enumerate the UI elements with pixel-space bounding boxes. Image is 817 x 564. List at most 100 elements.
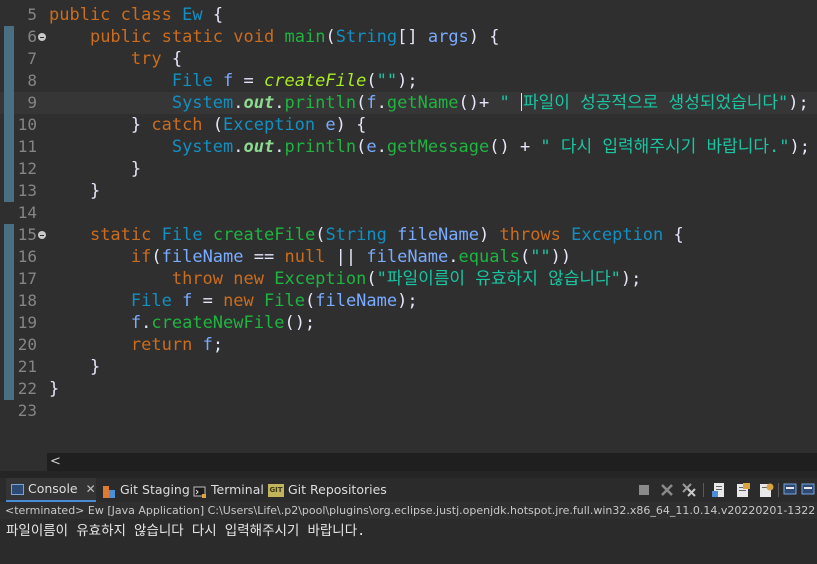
scroll-lock-icon[interactable]	[711, 482, 727, 498]
code-token: f	[223, 71, 234, 91]
code-token: (	[366, 269, 377, 289]
code-token: new	[223, 291, 254, 311]
code-line[interactable]: 11 System.out.println(e.getMessage() + "…	[0, 136, 817, 158]
code-text: if(fileName == null || fileName.equals("…	[49, 246, 571, 268]
code-token: );	[620, 269, 642, 289]
console-icon	[11, 483, 24, 495]
code-text: public class Ew {	[49, 4, 223, 26]
code-text: }	[49, 356, 100, 378]
code-token: }	[49, 357, 101, 377]
panel-separator[interactable]	[0, 471, 817, 478]
code-token: 파일이 성공적으로 생성되었습니다"	[522, 93, 789, 113]
code-token: void	[233, 27, 275, 47]
code-token: f	[182, 291, 193, 311]
remove-launch-icon[interactable]	[659, 482, 675, 498]
code-token: Exception	[571, 225, 664, 245]
code-line[interactable]: 10 } catch (Exception e) {	[0, 114, 817, 136]
code-token: if	[130, 247, 152, 267]
code-line[interactable]: 13 }	[0, 180, 817, 202]
tab-git-staging[interactable]: Git Staging	[102, 478, 190, 502]
code-token: .	[448, 247, 459, 267]
code-token: .	[274, 137, 285, 157]
code-token: .	[141, 313, 152, 333]
code-token: =	[192, 291, 224, 311]
code-token: Exception	[274, 269, 367, 289]
display-selected-console-icon[interactable]	[783, 482, 799, 498]
code-line[interactable]: 21 }	[0, 356, 817, 378]
fold-collapse-icon[interactable]	[38, 231, 46, 239]
tab-git-repositories[interactable]: GIT Git Repositories	[268, 478, 387, 502]
code-token: ""	[530, 247, 551, 267]
code-line[interactable]: 14	[0, 202, 817, 224]
code-token: ) {	[468, 27, 500, 47]
code-token: null	[284, 247, 326, 267]
code-line[interactable]: 7 try {	[0, 48, 817, 70]
code-line[interactable]: 18 File f = new File(fileName);	[0, 290, 817, 312]
code-token: (	[304, 291, 316, 311]
tab-terminal[interactable]: Terminal	[193, 478, 264, 502]
code-token: }	[49, 379, 60, 399]
console-output[interactable]: 파일이름이 유효하지 않습니다 다시 입력해주시기 바랍니다.	[0, 519, 817, 564]
code-token: File	[161, 225, 203, 245]
code-token: ))	[550, 247, 572, 267]
code-line[interactable]: 20 return f;	[0, 334, 817, 356]
git-staging-icon	[102, 483, 116, 498]
code-token: main	[284, 27, 326, 47]
code-line[interactable]: 15 static File createFile(String fileNam…	[0, 224, 817, 246]
console-output-text[interactable]: 파일이름이 유효하지 않습니다 다시 입력해주시기 바랍니다.	[6, 520, 365, 542]
scroll-left-icon[interactable]: <	[50, 453, 61, 471]
code-text: } catch (Exception e) {	[49, 114, 367, 136]
code-line[interactable]: 22}	[0, 378, 817, 400]
code-token: e	[366, 137, 377, 157]
code-line[interactable]: 9 System.out.println(f.getName()+ " 파일이 …	[0, 92, 817, 114]
horizontal-scrollbar[interactable]: <	[47, 453, 817, 471]
line-number: 14	[17, 203, 37, 222]
code-token: return	[130, 335, 193, 355]
code-text: public static void main(String[] args) {	[49, 26, 500, 48]
code-token: .	[233, 93, 244, 113]
pin-console-icon[interactable]	[758, 482, 774, 498]
clear-console-icon[interactable]	[735, 482, 751, 498]
code-token: System	[171, 137, 234, 157]
code-line[interactable]: 5 public class Ew {	[0, 4, 817, 26]
code-token: []	[397, 27, 428, 47]
toolbar-separator	[778, 483, 779, 497]
code-text: static File createFile(String fileName) …	[49, 224, 684, 246]
code-line[interactable]: 23	[0, 400, 817, 422]
code-token: {	[663, 225, 684, 245]
tab-console[interactable]: Console ✕	[6, 478, 96, 502]
code-line[interactable]: 19 f.createNewFile();	[0, 312, 817, 334]
code-line[interactable]: 6 public static void main(String[] args)…	[0, 26, 817, 48]
code-text: return f;	[49, 334, 223, 356]
open-console-icon[interactable]	[801, 482, 817, 498]
code-token: }	[49, 115, 152, 135]
code-line[interactable]: 16 if(fileName == null || fileName.equal…	[0, 246, 817, 268]
code-token: public	[49, 5, 111, 25]
code-line[interactable]: 8 File f = createFile("");	[0, 70, 817, 92]
change-indicator	[4, 224, 14, 400]
code-token: }	[49, 159, 142, 179]
toolbar-separator	[703, 483, 704, 497]
code-token: out	[243, 93, 275, 113]
code-line[interactable]: 17 throw new Exception("파일이름이 유효하지 않습니다"…	[0, 268, 817, 290]
code-editor[interactable]: 5 public class Ew {6 public static void m…	[0, 0, 817, 452]
fold-collapse-icon[interactable]	[38, 33, 46, 41]
terminate-icon[interactable]	[636, 482, 652, 498]
close-icon[interactable]: ✕	[86, 477, 96, 501]
code-token: .	[376, 137, 387, 157]
code-line[interactable]: 12 }	[0, 158, 817, 180]
remove-all-terminated-icon[interactable]	[681, 482, 697, 498]
code-token: (	[356, 137, 367, 157]
